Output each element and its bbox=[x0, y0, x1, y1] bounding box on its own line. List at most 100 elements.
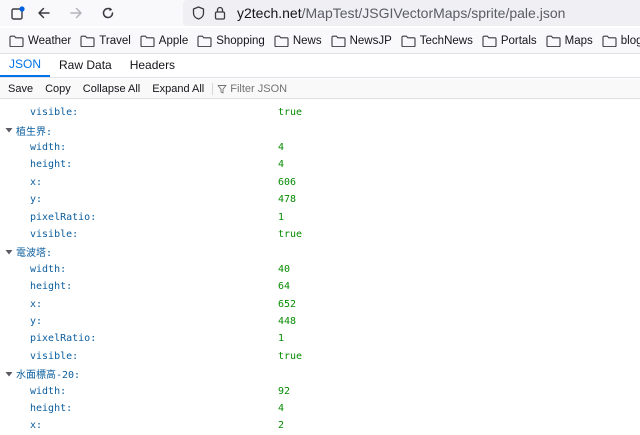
json-value: 606 bbox=[278, 176, 297, 188]
folder-icon bbox=[140, 35, 155, 47]
tab-json[interactable]: JSON bbox=[0, 53, 51, 77]
url-host: y2tech.net bbox=[237, 5, 302, 21]
json-value: 448 bbox=[278, 315, 297, 327]
json-value: 4 bbox=[278, 141, 285, 153]
bookmark-label: Portals bbox=[500, 34, 537, 47]
json-object-row[interactable]: 電波塔: bbox=[0, 243, 640, 260]
copy-button[interactable]: Copy bbox=[41, 83, 75, 95]
sidebar-toggle-icon[interactable] bbox=[5, 0, 31, 26]
json-key: visible: bbox=[30, 228, 79, 240]
json-value: 2 bbox=[278, 420, 285, 432]
json-key: width: bbox=[30, 385, 67, 397]
json-property-row: visible: true bbox=[0, 348, 640, 365]
folder-icon bbox=[197, 35, 212, 47]
folder-icon bbox=[9, 35, 24, 47]
url-path: /MapTest/JSGIVectorMaps/sprite/pale.json bbox=[301, 5, 566, 21]
json-value: 1 bbox=[278, 333, 285, 345]
address-bar[interactable]: y2tech.net/MapTest/JSGIVectorMaps/sprite… bbox=[183, 0, 640, 26]
forward-button[interactable] bbox=[63, 0, 89, 26]
folder-icon bbox=[401, 35, 416, 47]
tab-raw-data[interactable]: Raw Data bbox=[50, 53, 121, 77]
json-property-row: y: 448 bbox=[0, 313, 640, 330]
json-key: height: bbox=[30, 281, 73, 293]
json-property-row: pixelRatio: 1 bbox=[0, 330, 640, 347]
toolbar-divider bbox=[212, 82, 214, 95]
url-text[interactable]: y2tech.net/MapTest/JSGIVectorMaps/sprite… bbox=[237, 5, 565, 21]
bookmark-label: Travel bbox=[99, 34, 131, 47]
json-value: 4 bbox=[278, 159, 285, 171]
json-key: height: bbox=[30, 402, 73, 414]
bookmark-item[interactable]: Travel bbox=[80, 35, 131, 47]
json-key: pixelRatio: bbox=[30, 211, 97, 223]
json-property-row: width: 40 bbox=[0, 261, 640, 278]
bookmark-label: NewsJP bbox=[349, 34, 392, 47]
bookmark-item[interactable]: News bbox=[274, 35, 322, 47]
bookmark-label: Shopping bbox=[216, 34, 265, 47]
bookmark-label: Weather bbox=[28, 34, 72, 47]
json-key: x: bbox=[30, 420, 43, 432]
filter-json-input[interactable]: Filter JSON bbox=[217, 83, 287, 95]
bookmark-label: TechNews bbox=[419, 34, 473, 47]
tab-headers[interactable]: Headers bbox=[121, 53, 184, 77]
bookmark-item[interactable]: Apple bbox=[140, 35, 188, 47]
json-key: 電波塔: bbox=[16, 248, 53, 260]
json-key: x: bbox=[30, 298, 43, 310]
expand-triangle-icon[interactable] bbox=[5, 248, 13, 256]
json-object-row[interactable]: 水面標高-20: bbox=[0, 365, 640, 382]
json-tree: visible: true 植生界: width: 4 height: 4 x: 606 y: 47… bbox=[0, 99, 640, 435]
browser-toolbar: y2tech.net/MapTest/JSGIVectorMaps/sprite… bbox=[0, 0, 640, 26]
json-object-row[interactable]: 植生界: bbox=[0, 121, 640, 138]
reload-button[interactable] bbox=[95, 0, 121, 26]
folder-icon bbox=[80, 35, 95, 47]
bookmark-label: blog bbox=[620, 34, 640, 47]
expand-all-button[interactable]: Expand All bbox=[148, 83, 208, 95]
json-property-row: x: 606 bbox=[0, 174, 640, 191]
json-key: height: bbox=[30, 159, 73, 171]
json-key: pixelRatio: bbox=[30, 333, 97, 345]
json-value: 652 bbox=[278, 298, 297, 310]
json-key: y: bbox=[30, 315, 43, 327]
bookmark-item[interactable]: Portals bbox=[482, 35, 537, 47]
bookmark-item[interactable]: blog bbox=[602, 35, 640, 47]
json-property-row: height: 64 bbox=[0, 278, 640, 295]
filter-placeholder: Filter JSON bbox=[230, 82, 288, 95]
json-value: 40 bbox=[278, 263, 291, 275]
folder-icon bbox=[274, 35, 289, 47]
json-value: true bbox=[278, 228, 303, 240]
folder-icon bbox=[546, 35, 561, 47]
bookmark-item[interactable]: Shopping bbox=[197, 35, 265, 47]
json-property-row: visible: true bbox=[0, 104, 640, 121]
json-property-row: width: 4 bbox=[0, 139, 640, 156]
collapse-all-button[interactable]: Collapse All bbox=[79, 83, 144, 95]
expand-triangle-icon[interactable] bbox=[5, 126, 13, 134]
json-value: 478 bbox=[278, 194, 297, 206]
filter-icon bbox=[217, 84, 227, 93]
expand-triangle-icon[interactable] bbox=[5, 370, 13, 378]
json-property-row: visible: true bbox=[0, 226, 640, 243]
folder-icon bbox=[331, 35, 346, 47]
json-property-row: height: 4 bbox=[0, 156, 640, 173]
folder-icon bbox=[482, 35, 497, 47]
bookmark-item[interactable]: TechNews bbox=[401, 35, 473, 47]
json-value: 64 bbox=[278, 281, 291, 293]
json-property-row: x: 652 bbox=[0, 295, 640, 312]
json-property-row: height: 4 bbox=[0, 400, 640, 417]
json-toolbar: Save Copy Collapse All Expand All Filter… bbox=[0, 79, 640, 99]
bookmark-item[interactable]: Maps bbox=[546, 35, 593, 47]
back-button[interactable] bbox=[31, 0, 57, 26]
bookmark-label: Maps bbox=[564, 34, 593, 47]
json-viewer-tabs: JSON Raw Data Headers bbox=[0, 54, 640, 78]
save-button[interactable]: Save bbox=[4, 83, 37, 95]
json-property-row: x: 2 bbox=[0, 417, 640, 434]
json-key: width: bbox=[30, 141, 67, 153]
json-value: 4 bbox=[278, 402, 285, 414]
bookmark-item[interactable]: Weather bbox=[9, 35, 71, 47]
bookmark-label: News bbox=[292, 34, 322, 47]
shield-icon[interactable] bbox=[189, 4, 207, 22]
json-key: visible: bbox=[30, 350, 79, 362]
json-key: y: bbox=[30, 194, 43, 206]
json-value: true bbox=[278, 350, 303, 362]
lock-icon[interactable] bbox=[211, 4, 229, 22]
bookmark-item[interactable]: NewsJP bbox=[331, 35, 392, 47]
bookmark-label: Apple bbox=[158, 34, 189, 47]
